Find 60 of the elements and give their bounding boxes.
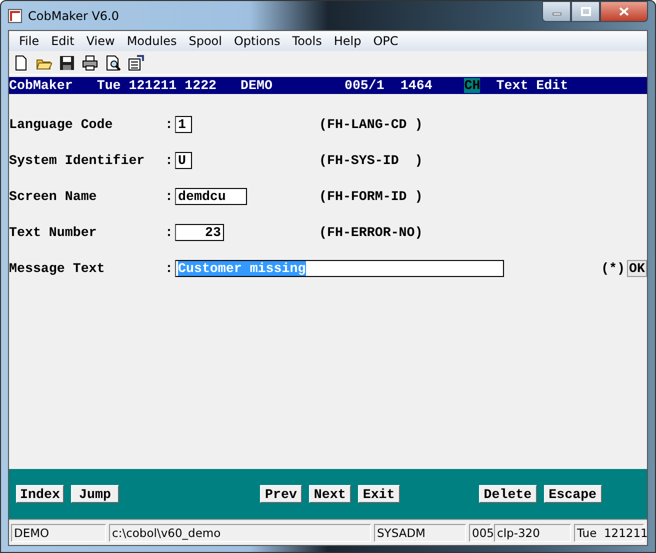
footer-button[interactable]: Delete xyxy=(478,485,537,503)
field-label: Language Code xyxy=(9,116,114,132)
footer-button[interactable]: Index xyxy=(16,485,64,503)
properties-icon[interactable] xyxy=(128,54,144,70)
minimize-button[interactable] xyxy=(542,1,571,22)
menu-item[interactable]: Spool xyxy=(182,34,228,48)
date-time: Tue 121211 1222 xyxy=(96,78,217,93)
colon: : xyxy=(165,224,174,240)
menu-item[interactable]: Help xyxy=(328,34,368,48)
app-name: CobMaker xyxy=(9,78,73,93)
record-number: 1464 xyxy=(400,78,432,93)
footer-button[interactable]: Escape xyxy=(544,485,602,503)
field-id: (FH-SYS-ID ) xyxy=(319,152,424,168)
new-file-icon[interactable] xyxy=(13,54,29,70)
status-cell: c:\cobol\v60_demo xyxy=(109,524,371,542)
input-field[interactable]: U xyxy=(175,152,192,168)
mode-title: Text Edit xyxy=(496,78,568,93)
required-marker: (*) xyxy=(601,260,626,276)
colon: : xyxy=(165,152,174,168)
status-cell: SYSADM xyxy=(374,524,466,542)
input-field[interactable]: 1 xyxy=(175,116,192,132)
field-label: Text Number xyxy=(9,224,98,240)
footer-button[interactable]: Prev xyxy=(260,485,302,503)
print-preview-icon[interactable] xyxy=(105,54,121,70)
footer-button[interactable]: Exit xyxy=(358,485,400,503)
save-icon[interactable] xyxy=(59,54,75,70)
user-name: DEMO xyxy=(240,78,272,93)
close-icon xyxy=(619,7,629,16)
app-icon xyxy=(8,8,22,22)
status-cell: DEMO xyxy=(11,524,106,542)
colon: : xyxy=(165,188,174,204)
menu-item[interactable]: OPC xyxy=(367,34,404,48)
menu-item[interactable]: Tools xyxy=(286,34,328,48)
footer-button[interactable]: Jump xyxy=(71,485,119,503)
field-label: Screen Name xyxy=(9,188,98,204)
menu-item[interactable]: View xyxy=(80,34,121,48)
print-icon[interactable] xyxy=(82,54,98,70)
status-cell: 005 xyxy=(469,524,491,542)
menu-item[interactable]: Options xyxy=(228,34,286,48)
field-label: System Identifier xyxy=(9,152,146,168)
ok-button[interactable]: OK xyxy=(627,260,647,276)
menu-item[interactable]: Modules xyxy=(120,34,183,48)
menu-item[interactable]: Edit xyxy=(45,34,80,48)
field-id: (FH-LANG-CD ) xyxy=(319,116,424,132)
language-code: CH xyxy=(464,78,480,93)
field-id: (FH-ERROR-NO) xyxy=(319,224,424,240)
maximize-icon xyxy=(580,7,590,16)
status-cell: clp-320 xyxy=(494,524,571,542)
input-field[interactable]: 23 xyxy=(175,224,224,240)
screen-number: 005/1 xyxy=(344,78,384,93)
window-title: CobMaker V6.0 xyxy=(28,8,119,22)
field-label: Message Text xyxy=(9,260,106,276)
colon: : xyxy=(165,260,174,276)
menu-item[interactable]: File xyxy=(13,34,46,48)
field-id: (FH-FORM-ID ) xyxy=(319,188,424,204)
close-button[interactable] xyxy=(600,1,648,22)
input-field[interactable]: demdcu xyxy=(175,188,247,204)
colon: : xyxy=(165,116,174,132)
footer-button[interactable]: Next xyxy=(308,485,351,503)
maximize-button[interactable] xyxy=(571,1,600,22)
